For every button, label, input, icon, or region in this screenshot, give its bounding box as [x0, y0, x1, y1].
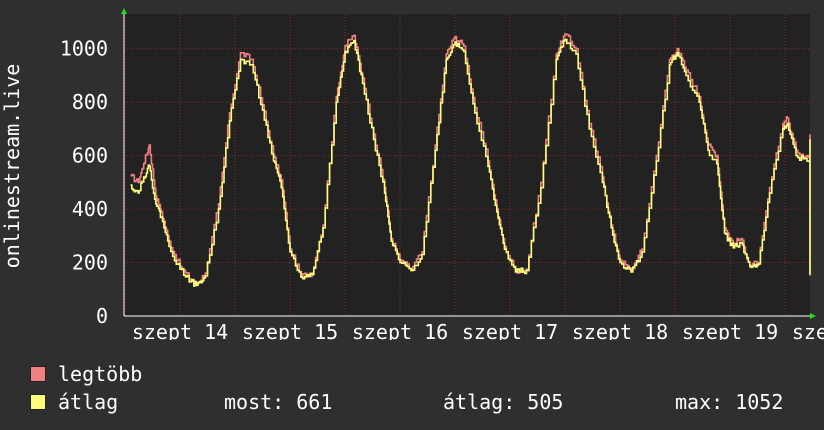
x-tick-label: szept 18	[572, 320, 668, 340]
x-tick-label: szept 16	[352, 320, 448, 340]
y-tick-labels: 0 200 400 600 800 1000	[60, 37, 108, 328]
legend-item-legtobb: legtöbb	[30, 362, 142, 386]
y-tick-label: 200	[72, 251, 108, 275]
y-tick-label: 600	[72, 144, 108, 168]
y-tick-label: 1000	[60, 37, 108, 61]
y-tick-label: 800	[72, 90, 108, 114]
y-tick-label: 400	[72, 197, 108, 221]
chart: 02004006008001000 szept 14 szept 15 szept …	[0, 8, 824, 340]
legend-swatch-legtobb	[30, 366, 46, 382]
legend-swatch-atlag	[30, 394, 46, 410]
stat-average: átlag: 505	[443, 390, 564, 414]
x-axis-arrow	[810, 313, 816, 319]
legend-label-legtobb: legtöbb	[58, 362, 143, 386]
x-tick-label: szept 20	[792, 320, 824, 340]
x-tick-label: szept 17	[462, 320, 558, 340]
legend-item-atlag: átlag	[30, 390, 118, 414]
y-tick-label: 0	[96, 304, 108, 328]
y-axis-arrow	[121, 8, 127, 14]
y-axis-label: onlinestream.live	[0, 64, 24, 269]
stat-current: most: 661	[224, 390, 333, 414]
stat-max: max: 1052	[675, 390, 784, 414]
x-tick-label: szept 15	[242, 320, 338, 340]
x-tick-labels: szept 14 szept 15 szept 16 szept 17 szept 18…	[132, 320, 824, 340]
x-tick-label: szept 14	[132, 320, 228, 340]
legend-label-atlag: átlag	[58, 390, 119, 414]
x-tick-label: szept 19	[682, 320, 778, 340]
